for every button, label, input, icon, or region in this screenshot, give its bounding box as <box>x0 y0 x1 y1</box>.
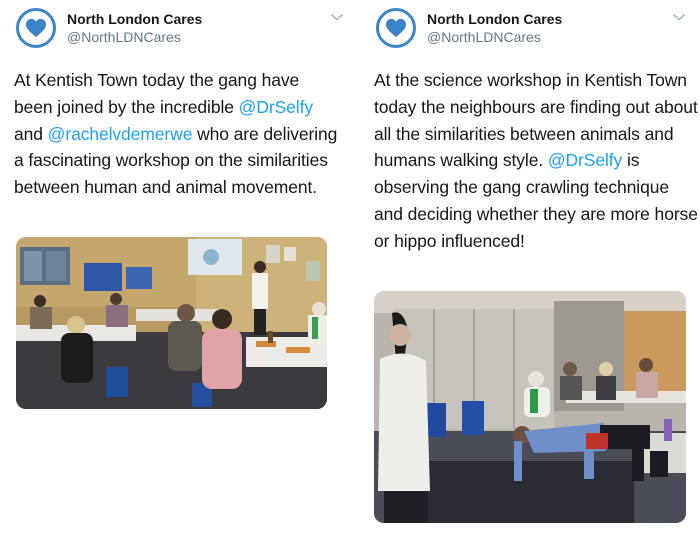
chevron-down-icon[interactable] <box>330 12 344 22</box>
tweet-header: North London Cares @NorthLDNCares <box>374 0 700 62</box>
crawling-photo-image <box>374 291 686 523</box>
avatar[interactable] <box>16 8 56 48</box>
account-handle[interactable]: @NorthLDNCares <box>427 29 541 45</box>
heart-icon <box>386 18 406 38</box>
tweet-text: At Kentish Town today the gang have been… <box>14 67 344 201</box>
mention-link[interactable]: @DrSelfy <box>239 97 313 117</box>
tweet-header: North London Cares @NorthLDNCares <box>14 0 344 62</box>
avatar[interactable] <box>376 8 416 48</box>
tweet-text-segment: At the science workshop in Kentish Town … <box>374 70 698 171</box>
tweet-photo[interactable] <box>374 291 686 523</box>
tweet-text: At the science workshop in Kentish Town … <box>374 67 700 255</box>
tweet-card: North London Cares @NorthLDNCares At the… <box>374 0 700 523</box>
heart-icon <box>26 18 46 38</box>
workshop-photo-image <box>16 237 327 409</box>
account-handle[interactable]: @NorthLDNCares <box>67 29 181 45</box>
tweet-photo[interactable] <box>16 237 327 409</box>
tweet-text-segment: and <box>14 123 48 144</box>
mention-link[interactable]: @rachelvdemerwe <box>48 124 193 144</box>
chevron-down-icon[interactable] <box>672 12 686 22</box>
account-name[interactable]: North London Cares <box>427 11 562 27</box>
mention-link[interactable]: @DrSelfy <box>548 150 622 170</box>
tweet-card: North London Cares @NorthLDNCares At Ken… <box>14 0 344 409</box>
account-name[interactable]: North London Cares <box>67 11 202 27</box>
